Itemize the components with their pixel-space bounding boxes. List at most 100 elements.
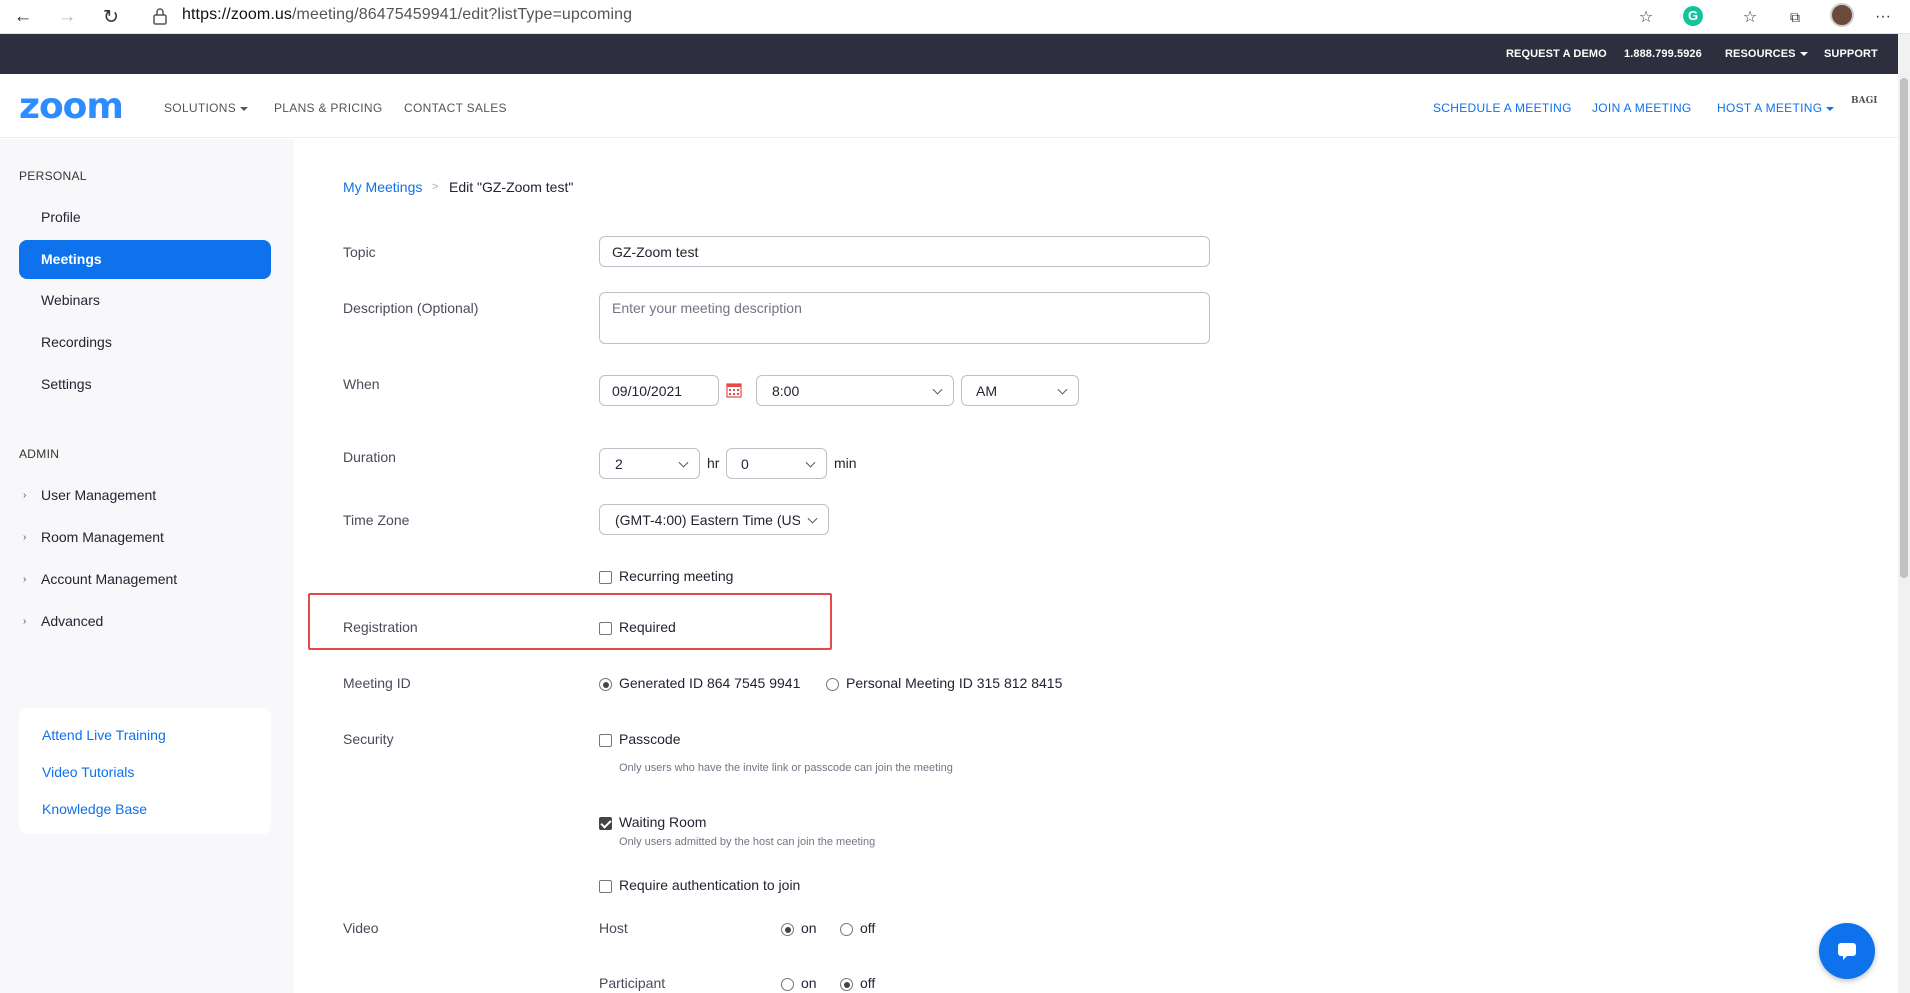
knowledge-base-link[interactable]: Knowledge Base [42,801,147,817]
topic-input[interactable]: GZ-Zoom test [599,236,1210,267]
plans-pricing-link[interactable]: PLANS & PRICING [274,101,383,115]
breadcrumb-my-meetings[interactable]: My Meetings [343,179,422,195]
schedule-meeting-link[interactable]: SCHEDULE A MEETING [1433,101,1572,115]
video-label: Video [343,920,379,936]
require-auth-checkbox[interactable] [599,880,612,893]
calendar-icon[interactable] [726,382,742,398]
profile-avatar[interactable] [1830,3,1854,27]
participant-video-off-radio[interactable] [840,978,853,991]
time-value: 8:00 [772,382,800,399]
resources-menu[interactable]: RESOURCES [1725,48,1808,60]
participant-video-on-radio[interactable] [781,978,794,991]
attend-live-training-link[interactable]: Attend Live Training [42,727,166,743]
duration-hours-select[interactable]: 2 [599,448,700,479]
registration-label: Registration [343,619,418,635]
request-demo-link[interactable]: REQUEST A DEMO [1506,48,1607,60]
sidebar-item-account-management[interactable]: Account Management [41,571,177,587]
sidebar-item-room-management[interactable]: Room Management [41,529,164,545]
generated-id-radio[interactable] [599,678,612,691]
forward-arrow-icon[interactable]: → [54,4,80,30]
duration-minutes-value: 0 [741,455,749,472]
back-arrow-icon[interactable]: ← [10,4,36,30]
address-bar[interactable]: https://zoom.us/meeting/86475459941/edit… [182,6,632,24]
resources-label: RESOURCES [1725,48,1796,60]
zoom-logo[interactable]: zoom [19,86,124,127]
favorites-list-icon[interactable]: ☆ [1737,4,1763,30]
date-input[interactable]: 09/10/2021 [599,375,719,406]
registration-required-checkbox[interactable] [599,622,612,635]
host-video-off-label: off [860,920,876,936]
chat-bubble-icon[interactable] [1819,923,1875,979]
breadcrumb-current: Edit "GZ-Zoom test" [449,179,574,195]
sidebar-item-meetings[interactable]: Meetings [19,240,271,279]
more-menu-icon[interactable]: ··· [1870,4,1896,30]
participant-video-on-label: on [801,975,817,991]
sidebar-item-settings[interactable]: Settings [41,376,92,392]
meeting-id-label: Meeting ID [343,675,411,691]
generated-id-label: Generated ID 864 7545 9941 [619,675,801,691]
lock-icon [153,8,167,25]
timezone-select[interactable]: (GMT-4:00) Eastern Time (US a [599,504,829,535]
support-link[interactable]: SUPPORT [1824,48,1878,60]
chevron-right-icon: › [23,490,27,501]
video-tutorials-link[interactable]: Video Tutorials [42,764,134,780]
favorite-star-icon[interactable]: ☆ [1633,4,1659,30]
admin-section-title: ADMIN [19,447,60,461]
page-scrollbar[interactable] [1898,34,1910,993]
duration-label: Duration [343,449,396,465]
contact-sales-link[interactable]: CONTACT SALES [404,101,507,115]
scrollbar-thumb[interactable] [1900,78,1908,578]
sidebar-item-advanced[interactable]: Advanced [41,613,103,629]
ampm-value: AM [976,382,997,399]
host-video-on-label: on [801,920,817,936]
grammarly-extension-icon[interactable]: G [1683,6,1703,26]
topic-label: Topic [343,244,376,260]
passcode-checkbox[interactable] [599,734,612,747]
security-label: Security [343,731,394,747]
solutions-menu[interactable]: SOLUTIONS [164,101,249,115]
description-textarea[interactable]: Enter your meeting description [599,292,1210,344]
collections-icon[interactable]: ⧉ [1782,4,1808,30]
duration-hours-value: 2 [615,455,623,472]
account-badge[interactable]: BAGI [1851,96,1878,106]
time-select[interactable]: 8:00 [756,375,954,406]
sidebar-item-recordings[interactable]: Recordings [41,334,112,350]
hours-unit: hr [707,455,720,471]
require-auth-label: Require authentication to join [619,877,801,893]
main-header: zoom SOLUTIONS PLANS & PRICING CONTACT S… [0,74,1898,138]
ampm-select[interactable]: AM [961,375,1079,406]
chevron-right-icon: › [23,532,27,543]
chevron-down-icon [932,384,943,395]
reload-icon[interactable]: ↻ [98,4,124,30]
host-video-on-radio[interactable] [781,923,794,936]
host-meeting-label: HOST A MEETING [1717,101,1823,115]
sidebar-item-webinars[interactable]: Webinars [41,292,100,308]
host-video-off-radio[interactable] [840,923,853,936]
solutions-label: SOLUTIONS [164,101,237,115]
passcode-label: Passcode [619,731,681,747]
chevron-down-icon [1057,384,1068,395]
personal-meeting-id-radio[interactable] [826,678,839,691]
sidebar-item-user-management[interactable]: User Management [41,487,156,503]
description-label: Description (Optional) [343,300,479,316]
browser-toolbar: ← → ↻ https://zoom.us/meeting/8647545994… [0,0,1910,34]
sidebar: PERSONAL Profile Meetings Webinars Recor… [0,139,294,993]
url-path: /meeting/86475459941/edit?listType=upcom… [292,6,633,23]
chevron-down-icon [805,457,816,468]
recurring-checkbox[interactable] [599,571,612,584]
sidebar-item-label: Meetings [41,251,102,267]
chevron-right-icon: › [23,616,27,627]
duration-minutes-select[interactable]: 0 [726,448,827,479]
waiting-room-checkbox[interactable] [599,817,612,830]
participant-video-label: Participant [599,975,666,991]
minutes-unit: min [834,455,857,471]
sidebar-item-profile[interactable]: Profile [41,209,81,225]
personal-section-title: PERSONAL [19,169,87,183]
host-meeting-menu[interactable]: HOST A MEETING [1717,101,1835,115]
registration-required-label: Required [619,619,676,635]
join-meeting-link[interactable]: JOIN A MEETING [1592,101,1692,115]
personal-meeting-id-label: Personal Meeting ID 315 812 8415 [846,675,1063,691]
top-utility-bar: REQUEST A DEMO 1.888.799.5926 RESOURCES … [0,34,1898,74]
waiting-room-label: Waiting Room [619,814,707,830]
phone-number[interactable]: 1.888.799.5926 [1624,48,1702,60]
